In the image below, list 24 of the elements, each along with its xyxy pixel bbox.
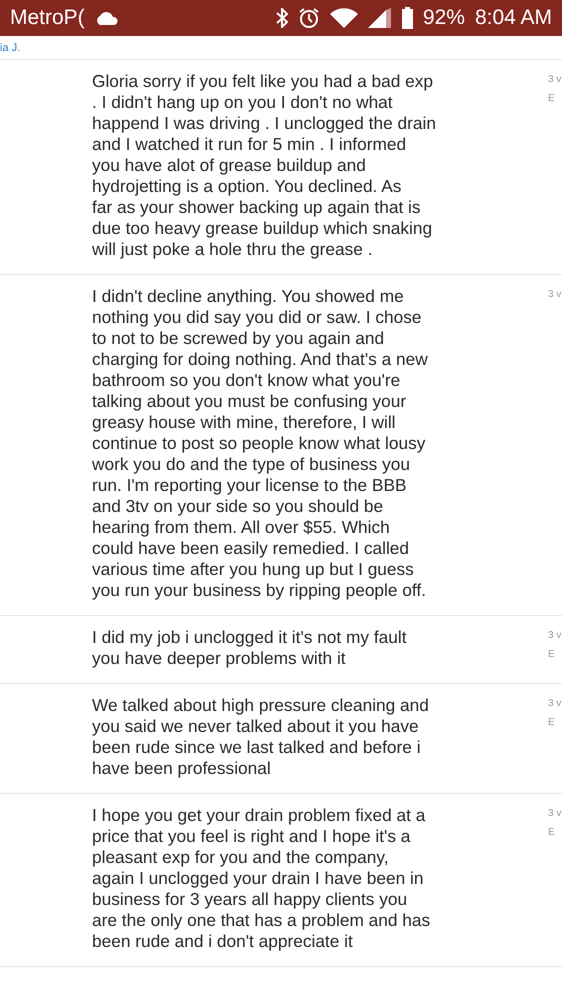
message-meta: E — [548, 93, 555, 104]
battery-icon — [402, 7, 413, 29]
cloud-icon — [94, 11, 119, 25]
message-meta: E — [548, 827, 555, 838]
message-meta: 3 v — [548, 630, 562, 641]
message-meta: 3 v — [548, 698, 562, 709]
signal-icon — [368, 8, 392, 28]
bluetooth-icon — [276, 8, 288, 28]
message-text: I hope you get your drain problem fixed at a price that you feel is right and I hope it's a pleasant exp for you and the company, again I unclogged your drain I have been in business for 3 years all happy clients you are the only one that has a problem and has been rude and i don't appreciate it — [92, 805, 432, 952]
message-meta: E — [548, 717, 555, 728]
message-meta: 3 v — [548, 74, 562, 85]
user-name[interactable]: ia J. — [0, 42, 20, 54]
message-meta: E — [548, 649, 555, 660]
battery-percentage: 92% — [422, 6, 465, 30]
alarm-clock-icon — [298, 7, 320, 29]
message-text: I didn't decline anything. You showed me nothing you did say you did or saw. I chose to not to be screwed by you again and charging for doing nothing. And that's a new bathroom so you don't know what you're talking about you must be confusing your greasy house with mine, therefore, I will continue to post so people know what lousy work you do and the type of business you run. I'm reporting your license to the BBB and 3tv on your side so you should be hearing from them. All over $55. Which could have been easily remedied. I called various time after you hung up but I guess you run your business by ripping people off. — [92, 286, 429, 601]
carrier-name: MetroP( — [10, 6, 85, 30]
message-meta: 3 v — [548, 808, 562, 819]
wifi-icon — [330, 8, 358, 28]
clock-time: 8:04 AM — [474, 6, 552, 30]
message-text: Gloria sorry if you felt like you had a bad exp . I didn't hang up on you I don't no what happend I was driving . I unclogged the drain and I watched it run for 5 min . I informed you have alot of grease buildup and hydrojetting is a option. You declined. As far as your shower backing up again that is due too heavy grease buildup which snaking will just poke a hole thru the grease . — [92, 71, 437, 260]
message-text: We talked about high pressure cleaning and you said we never talked about it you have been rude since we last talked and before i have been professional — [92, 695, 430, 779]
message-meta: 3 v — [548, 289, 562, 300]
message-text: I did my job i unclogged it it's not my fault you have deeper problems with it — [92, 627, 408, 669]
